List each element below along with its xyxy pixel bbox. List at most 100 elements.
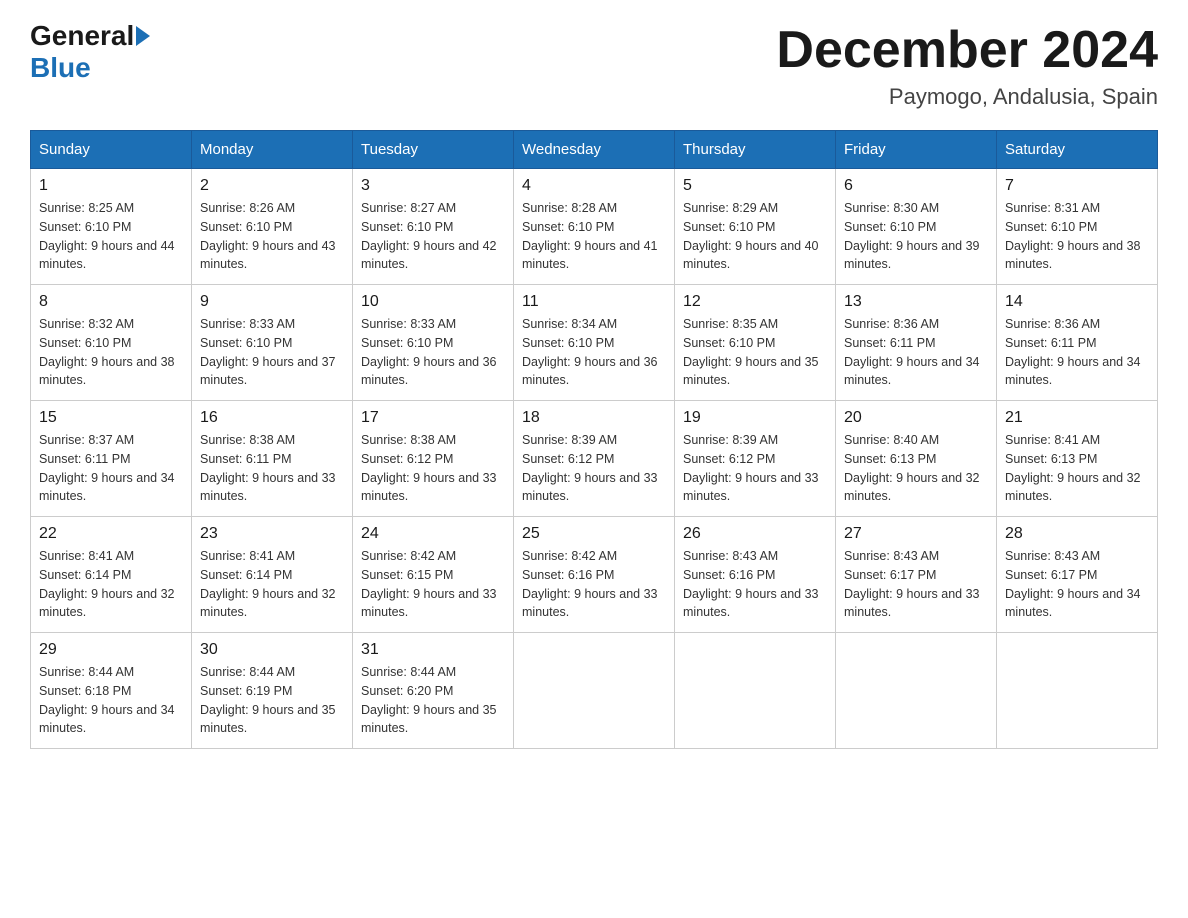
- day-number: 4: [522, 177, 666, 195]
- day-number: 15: [39, 409, 183, 427]
- calendar-cell: 29 Sunrise: 8:44 AMSunset: 6:18 PMDaylig…: [31, 633, 192, 749]
- day-info: Sunrise: 8:44 AMSunset: 6:19 PMDaylight:…: [200, 665, 336, 735]
- day-info: Sunrise: 8:26 AMSunset: 6:10 PMDaylight:…: [200, 201, 336, 271]
- calendar-cell: 10 Sunrise: 8:33 AMSunset: 6:10 PMDaylig…: [353, 285, 514, 401]
- logo-blue-text: Blue: [30, 52, 91, 83]
- day-info: Sunrise: 8:33 AMSunset: 6:10 PMDaylight:…: [361, 317, 497, 387]
- calendar-cell: 13 Sunrise: 8:36 AMSunset: 6:11 PMDaylig…: [836, 285, 997, 401]
- calendar-cell: 2 Sunrise: 8:26 AMSunset: 6:10 PMDayligh…: [192, 169, 353, 285]
- weekday-header-wednesday: Wednesday: [514, 131, 675, 169]
- calendar-week-row: 15 Sunrise: 8:37 AMSunset: 6:11 PMDaylig…: [31, 401, 1158, 517]
- day-number: 6: [844, 177, 988, 195]
- day-number: 3: [361, 177, 505, 195]
- calendar-cell: 20 Sunrise: 8:40 AMSunset: 6:13 PMDaylig…: [836, 401, 997, 517]
- day-number: 20: [844, 409, 988, 427]
- weekday-header-thursday: Thursday: [675, 131, 836, 169]
- day-number: 10: [361, 293, 505, 311]
- day-info: Sunrise: 8:41 AMSunset: 6:14 PMDaylight:…: [39, 549, 175, 619]
- day-info: Sunrise: 8:28 AMSunset: 6:10 PMDaylight:…: [522, 201, 658, 271]
- day-info: Sunrise: 8:39 AMSunset: 6:12 PMDaylight:…: [683, 433, 819, 503]
- calendar-cell: 15 Sunrise: 8:37 AMSunset: 6:11 PMDaylig…: [31, 401, 192, 517]
- day-info: Sunrise: 8:38 AMSunset: 6:11 PMDaylight:…: [200, 433, 336, 503]
- calendar-cell: 4 Sunrise: 8:28 AMSunset: 6:10 PMDayligh…: [514, 169, 675, 285]
- calendar-cell: 5 Sunrise: 8:29 AMSunset: 6:10 PMDayligh…: [675, 169, 836, 285]
- day-number: 30: [200, 641, 344, 659]
- calendar-cell: 17 Sunrise: 8:38 AMSunset: 6:12 PMDaylig…: [353, 401, 514, 517]
- day-number: 25: [522, 525, 666, 543]
- day-number: 23: [200, 525, 344, 543]
- location-title: Paymogo, Andalusia, Spain: [776, 84, 1158, 110]
- day-number: 16: [200, 409, 344, 427]
- calendar-cell: 7 Sunrise: 8:31 AMSunset: 6:10 PMDayligh…: [997, 169, 1158, 285]
- calendar-cell: [997, 633, 1158, 749]
- day-info: Sunrise: 8:42 AMSunset: 6:16 PMDaylight:…: [522, 549, 658, 619]
- calendar-table: SundayMondayTuesdayWednesdayThursdayFrid…: [30, 130, 1158, 749]
- day-info: Sunrise: 8:29 AMSunset: 6:10 PMDaylight:…: [683, 201, 819, 271]
- weekday-header-saturday: Saturday: [997, 131, 1158, 169]
- calendar-cell: 30 Sunrise: 8:44 AMSunset: 6:19 PMDaylig…: [192, 633, 353, 749]
- calendar-cell: 26 Sunrise: 8:43 AMSunset: 6:16 PMDaylig…: [675, 517, 836, 633]
- day-info: Sunrise: 8:43 AMSunset: 6:17 PMDaylight:…: [1005, 549, 1141, 619]
- day-info: Sunrise: 8:27 AMSunset: 6:10 PMDaylight:…: [361, 201, 497, 271]
- day-number: 27: [844, 525, 988, 543]
- day-info: Sunrise: 8:36 AMSunset: 6:11 PMDaylight:…: [844, 317, 980, 387]
- logo-general-text: General: [30, 20, 134, 52]
- day-info: Sunrise: 8:43 AMSunset: 6:16 PMDaylight:…: [683, 549, 819, 619]
- month-title: December 2024: [776, 20, 1158, 80]
- day-info: Sunrise: 8:32 AMSunset: 6:10 PMDaylight:…: [39, 317, 175, 387]
- day-info: Sunrise: 8:25 AMSunset: 6:10 PMDaylight:…: [39, 201, 175, 271]
- calendar-cell: 21 Sunrise: 8:41 AMSunset: 6:13 PMDaylig…: [997, 401, 1158, 517]
- day-number: 14: [1005, 293, 1149, 311]
- calendar-week-row: 29 Sunrise: 8:44 AMSunset: 6:18 PMDaylig…: [31, 633, 1158, 749]
- calendar-cell: 9 Sunrise: 8:33 AMSunset: 6:10 PMDayligh…: [192, 285, 353, 401]
- day-info: Sunrise: 8:40 AMSunset: 6:13 PMDaylight:…: [844, 433, 980, 503]
- logo: General Blue: [30, 20, 152, 84]
- day-number: 18: [522, 409, 666, 427]
- calendar-cell: [836, 633, 997, 749]
- calendar-cell: 28 Sunrise: 8:43 AMSunset: 6:17 PMDaylig…: [997, 517, 1158, 633]
- day-number: 17: [361, 409, 505, 427]
- day-info: Sunrise: 8:44 AMSunset: 6:18 PMDaylight:…: [39, 665, 175, 735]
- day-number: 1: [39, 177, 183, 195]
- day-number: 5: [683, 177, 827, 195]
- day-info: Sunrise: 8:44 AMSunset: 6:20 PMDaylight:…: [361, 665, 497, 735]
- day-info: Sunrise: 8:41 AMSunset: 6:14 PMDaylight:…: [200, 549, 336, 619]
- weekday-header-row: SundayMondayTuesdayWednesdayThursdayFrid…: [31, 131, 1158, 169]
- day-info: Sunrise: 8:41 AMSunset: 6:13 PMDaylight:…: [1005, 433, 1141, 503]
- weekday-header-monday: Monday: [192, 131, 353, 169]
- logo-arrow-icon: [136, 26, 150, 46]
- day-info: Sunrise: 8:30 AMSunset: 6:10 PMDaylight:…: [844, 201, 980, 271]
- calendar-week-row: 8 Sunrise: 8:32 AMSunset: 6:10 PMDayligh…: [31, 285, 1158, 401]
- day-number: 7: [1005, 177, 1149, 195]
- calendar-cell: 12 Sunrise: 8:35 AMSunset: 6:10 PMDaylig…: [675, 285, 836, 401]
- calendar-cell: 23 Sunrise: 8:41 AMSunset: 6:14 PMDaylig…: [192, 517, 353, 633]
- day-number: 2: [200, 177, 344, 195]
- calendar-cell: 3 Sunrise: 8:27 AMSunset: 6:10 PMDayligh…: [353, 169, 514, 285]
- day-number: 19: [683, 409, 827, 427]
- day-info: Sunrise: 8:35 AMSunset: 6:10 PMDaylight:…: [683, 317, 819, 387]
- calendar-cell: 31 Sunrise: 8:44 AMSunset: 6:20 PMDaylig…: [353, 633, 514, 749]
- calendar-week-row: 1 Sunrise: 8:25 AMSunset: 6:10 PMDayligh…: [31, 169, 1158, 285]
- calendar-cell: 8 Sunrise: 8:32 AMSunset: 6:10 PMDayligh…: [31, 285, 192, 401]
- calendar-cell: 6 Sunrise: 8:30 AMSunset: 6:10 PMDayligh…: [836, 169, 997, 285]
- day-info: Sunrise: 8:37 AMSunset: 6:11 PMDaylight:…: [39, 433, 175, 503]
- day-number: 26: [683, 525, 827, 543]
- title-area: December 2024 Paymogo, Andalusia, Spain: [776, 20, 1158, 110]
- calendar-cell: 11 Sunrise: 8:34 AMSunset: 6:10 PMDaylig…: [514, 285, 675, 401]
- day-info: Sunrise: 8:43 AMSunset: 6:17 PMDaylight:…: [844, 549, 980, 619]
- day-number: 9: [200, 293, 344, 311]
- day-number: 11: [522, 293, 666, 311]
- calendar-cell: 24 Sunrise: 8:42 AMSunset: 6:15 PMDaylig…: [353, 517, 514, 633]
- day-number: 12: [683, 293, 827, 311]
- day-number: 13: [844, 293, 988, 311]
- weekday-header-friday: Friday: [836, 131, 997, 169]
- weekday-header-sunday: Sunday: [31, 131, 192, 169]
- calendar-cell: 18 Sunrise: 8:39 AMSunset: 6:12 PMDaylig…: [514, 401, 675, 517]
- day-number: 21: [1005, 409, 1149, 427]
- calendar-cell: 22 Sunrise: 8:41 AMSunset: 6:14 PMDaylig…: [31, 517, 192, 633]
- day-info: Sunrise: 8:38 AMSunset: 6:12 PMDaylight:…: [361, 433, 497, 503]
- day-info: Sunrise: 8:31 AMSunset: 6:10 PMDaylight:…: [1005, 201, 1141, 271]
- calendar-cell: [514, 633, 675, 749]
- day-info: Sunrise: 8:36 AMSunset: 6:11 PMDaylight:…: [1005, 317, 1141, 387]
- calendar-cell: 14 Sunrise: 8:36 AMSunset: 6:11 PMDaylig…: [997, 285, 1158, 401]
